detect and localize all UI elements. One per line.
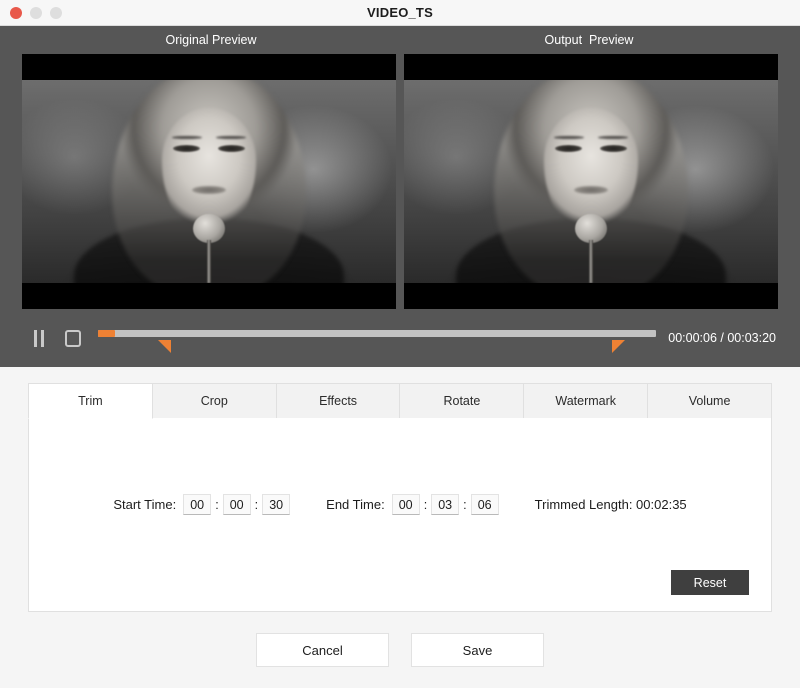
end-time-group: 00 : 03 : 06 [391,494,499,515]
tab-bar: Trim Crop Effects Rotate Watermark Volum… [28,383,772,419]
minimize-button[interactable] [30,6,42,19]
output-video-frame [404,80,778,283]
microphone-stem [206,240,212,283]
progress-track-background [98,330,657,337]
tab-trim[interactable]: Trim [28,383,153,419]
start-separator-1: : [215,497,219,512]
tab-effects[interactable]: Effects [276,383,401,419]
tab-rotate[interactable]: Rotate [400,383,525,419]
start-time-label: Start Time: [113,497,177,512]
tab-crop[interactable]: Crop [152,383,277,419]
subject-lips [574,185,608,194]
subject-eye-right [600,144,627,152]
subject-eye-left [173,144,200,152]
letterbox-bar-bottom [22,283,396,309]
timecode-display: 00:00:06 / 00:03:20 [668,331,776,345]
stop-button[interactable] [56,321,90,355]
window-title: VIDEO_TS [367,5,433,20]
subject-lips [192,185,226,194]
original-preview-label: Original Preview [165,33,257,47]
preview-labels: Original Preview Output Preview [22,26,778,54]
trim-start-marker[interactable] [157,340,171,353]
microphone [188,213,229,283]
microphone-stem [588,240,594,283]
footer-actions: Cancel Save [0,612,800,688]
progress-track-fill [98,330,115,337]
end-separator-2: : [463,497,467,512]
cancel-button[interactable]: Cancel [256,633,389,667]
end-seconds-input[interactable]: 06 [470,494,499,515]
editor-lower-section: Trim Crop Effects Rotate Watermark Volum… [0,367,800,612]
letterbox-bar-top [22,54,396,80]
start-seconds-input[interactable]: 30 [262,494,291,515]
trimmed-length-text: Trimmed Length: 00:02:35 [534,497,687,512]
start-time-group: 00 : 00 : 30 [183,494,291,515]
end-minutes-input[interactable]: 03 [431,494,460,515]
video-editor-window: VIDEO_TS Original Preview Output Preview [0,0,800,688]
output-preview-video[interactable] [404,54,778,309]
start-minutes-input[interactable]: 00 [222,494,251,515]
traffic-light-buttons [0,6,62,19]
microphone-head [575,213,607,243]
stop-icon [65,329,81,347]
end-hours-input[interactable]: 00 [391,494,420,515]
letterbox-bar-top [404,54,778,80]
reset-button[interactable]: Reset [671,570,749,595]
close-button[interactable] [10,6,22,19]
titlebar: VIDEO_TS [0,0,800,26]
microphone-head [193,213,225,243]
maximize-button[interactable] [50,6,62,19]
tab-volume[interactable]: Volume [648,383,772,419]
preview-area: Original Preview Output Preview 00:00:06… [0,26,800,367]
original-video-frame [22,80,396,283]
subject-eye-left [555,144,582,152]
original-preview-video[interactable] [22,54,396,309]
trim-end-marker[interactable] [611,340,625,353]
trim-panel: Start Time: 00 : 00 : 30 End Time: 00 : … [28,418,772,612]
tab-watermark[interactable]: Watermark [524,383,649,419]
trim-controls-row: Start Time: 00 : 00 : 30 End Time: 00 : … [29,418,771,515]
save-button[interactable]: Save [411,633,544,667]
output-preview-label: Output Preview [544,33,634,47]
progress-track[interactable] [98,321,657,355]
end-separator-1: : [423,497,428,512]
start-hours-input[interactable]: 00 [183,494,212,515]
end-time-label: End Time: [326,497,385,512]
pause-icon [34,329,44,347]
transport-controls: 00:00:06 / 00:03:20 [22,309,778,367]
letterbox-bar-bottom [404,283,778,309]
preview-videos [22,54,778,309]
microphone [570,213,611,283]
pause-button[interactable] [22,321,56,355]
subject-eye-right [218,144,245,152]
start-separator-2: : [254,497,259,512]
